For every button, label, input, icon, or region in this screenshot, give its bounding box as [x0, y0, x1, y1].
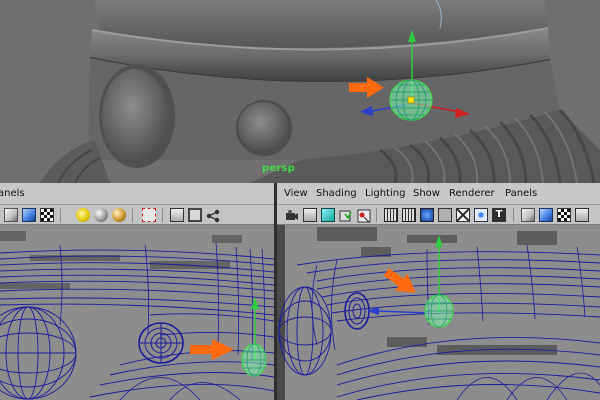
frame-icon[interactable] — [170, 208, 184, 222]
menu-panels[interactable]: Panels — [505, 188, 537, 199]
toolbar-separator — [60, 208, 61, 222]
wireframe-icon[interactable] — [384, 208, 398, 222]
left-panel-menubar: anels — [0, 183, 274, 205]
checker-icon[interactable] — [40, 208, 54, 222]
light-sun-icon[interactable] — [76, 208, 90, 222]
default-material-icon[interactable] — [438, 208, 452, 222]
isolate-icon[interactable]: T — [492, 208, 506, 222]
cube-blue-icon[interactable] — [22, 208, 36, 222]
texture-icon[interactable] — [474, 208, 488, 222]
frame-icon[interactable] — [575, 208, 589, 222]
frame-all-icon[interactable] — [188, 208, 202, 222]
film-icon[interactable] — [303, 208, 317, 222]
toolbar-separator — [376, 208, 377, 222]
camera-label: persp — [262, 163, 295, 174]
select-icon[interactable] — [142, 208, 156, 222]
perspective-viewport[interactable]: persp — [0, 0, 600, 183]
left-panel-toolbar — [0, 205, 274, 225]
viewport-scene — [0, 0, 600, 183]
cube-icon[interactable] — [4, 208, 18, 222]
toolbar-separator — [513, 208, 514, 222]
cube-blue-icon[interactable] — [539, 208, 553, 222]
bookmark-icon[interactable] — [339, 208, 353, 222]
menu-show[interactable]: Show — [413, 188, 440, 199]
right-panel-toolbar: T — [277, 205, 600, 225]
image-plane-icon[interactable] — [321, 208, 335, 222]
xray-icon[interactable] — [456, 208, 470, 222]
right-panel-viewport[interactable] — [277, 225, 600, 400]
menu-shading[interactable]: Shading — [316, 188, 357, 199]
menu-view[interactable]: View — [284, 188, 308, 199]
camera-icon[interactable] — [285, 208, 299, 222]
menu-renderer[interactable]: Renderer — [449, 188, 495, 199]
right-wireframe-scene — [277, 225, 600, 400]
grid-icon[interactable] — [357, 208, 371, 223]
toolbar-separator — [132, 208, 133, 222]
checker-icon[interactable] — [557, 208, 571, 222]
sphere-gold-icon[interactable] — [112, 208, 126, 222]
cube-icon[interactable] — [521, 208, 535, 222]
menu-lighting[interactable]: Lighting — [365, 188, 405, 199]
wireframe-on-shaded-icon[interactable] — [402, 208, 416, 222]
share-icon[interactable] — [206, 208, 220, 223]
menu-panels[interactable]: anels — [0, 188, 25, 199]
left-wireframe-scene — [0, 225, 274, 400]
toolbar-separator — [162, 208, 163, 222]
smooth-shade-icon[interactable] — [420, 208, 434, 222]
right-panel-menubar: View Shading Lighting Show Renderer Pane… — [277, 183, 600, 205]
sphere-gray-icon[interactable] — [94, 208, 108, 222]
left-viewport-panel[interactable]: anels — [0, 183, 274, 400]
left-panel-viewport[interactable] — [0, 225, 274, 400]
right-viewport-panel[interactable]: View Shading Lighting Show Renderer Pane… — [277, 183, 600, 400]
